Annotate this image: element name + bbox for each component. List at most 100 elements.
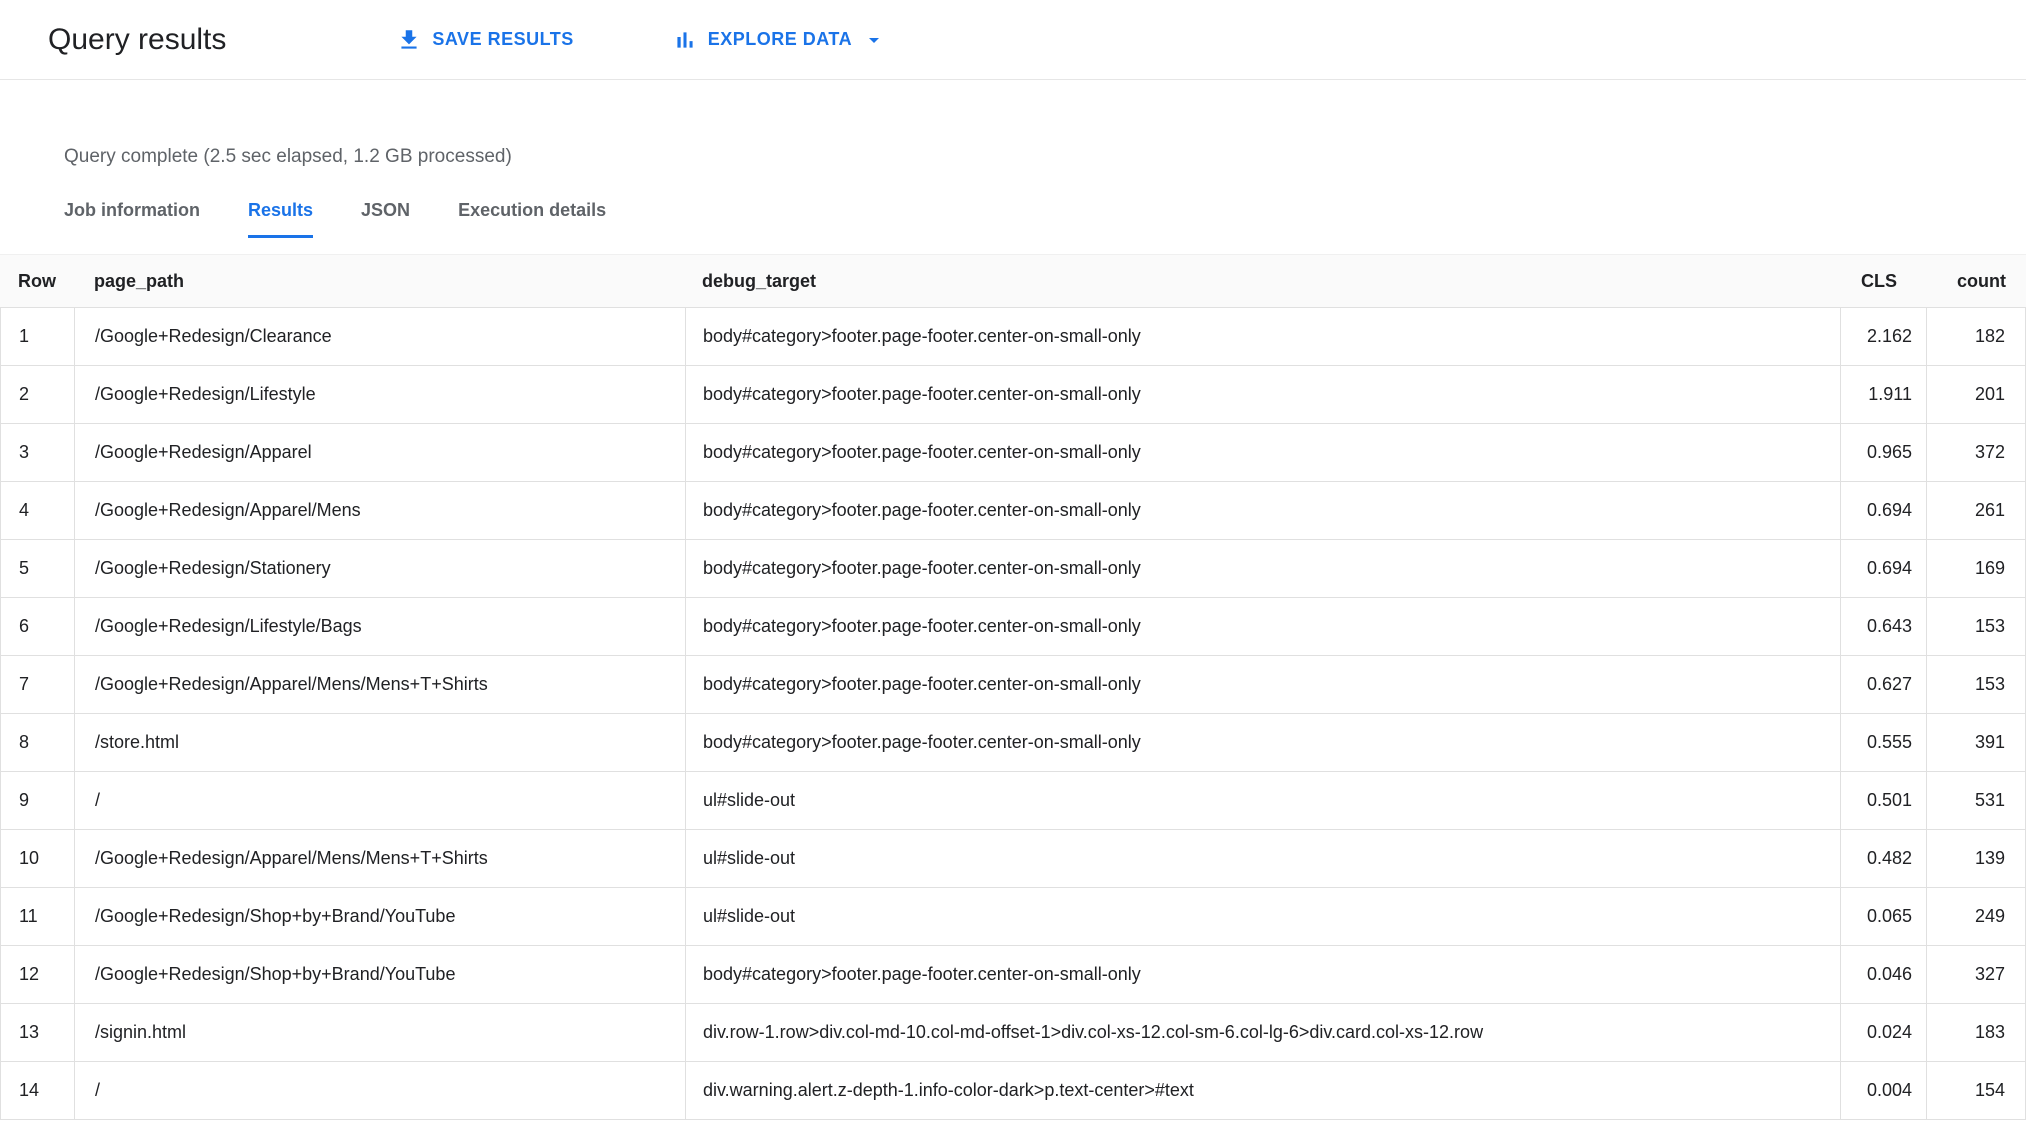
table-header-row: Row page_path debug_target CLS count [0,254,2026,308]
cell-debug-target: div.row-1.row>div.col-md-10.col-md-offse… [686,1004,1841,1061]
tab-bar: Job information Results JSON Execution d… [64,200,2026,238]
cell-count: 201 [1927,366,2026,423]
cell-count: 169 [1927,540,2026,597]
cell-count: 182 [1927,308,2026,365]
table-row: 12 /Google+Redesign/Shop+by+Brand/YouTub… [0,946,2026,1004]
cell-page-path: /Google+Redesign/Apparel/Mens/Mens+T+Shi… [75,656,686,713]
cell-row-number: 7 [1,656,75,713]
cell-row-number: 6 [1,598,75,655]
cell-row-number: 4 [1,482,75,539]
cell-page-path: / [75,1062,686,1119]
cell-row-number: 14 [1,1062,75,1119]
cell-page-path: /store.html [75,714,686,771]
cell-debug-target: body#category>footer.page-footer.center-… [686,598,1841,655]
cell-page-path: /Google+Redesign/Shop+by+Brand/YouTube [75,946,686,1003]
explore-data-label: EXPLORE DATA [707,29,853,49]
cell-debug-target: body#category>footer.page-footer.center-… [686,656,1841,713]
cell-debug-target: body#category>footer.page-footer.center-… [686,482,1841,539]
cell-debug-target: ul#slide-out [686,888,1841,945]
cell-cls: 2.162 [1841,308,1927,365]
cell-count: 391 [1927,714,2026,771]
cell-debug-target: ul#slide-out [686,772,1841,829]
table-row: 1 /Google+Redesign/Clearance body#catego… [0,308,2026,366]
cell-debug-target: body#category>footer.page-footer.center-… [686,946,1841,1003]
cell-debug-target: ul#slide-out [686,830,1841,887]
cell-cls: 0.501 [1841,772,1927,829]
cell-cls: 0.643 [1841,598,1927,655]
table-row: 9 / ul#slide-out 0.501 531 [0,772,2026,830]
cell-row-number: 3 [1,424,75,481]
table-row: 4 /Google+Redesign/Apparel/Mens body#cat… [0,482,2026,540]
cell-count: 327 [1927,946,2026,1003]
table-row: 8 /store.html body#category>footer.page-… [0,714,2026,772]
cell-row-number: 8 [1,714,75,771]
bar-chart-icon [672,27,698,53]
table-row: 3 /Google+Redesign/Apparel body#category… [0,424,2026,482]
cell-row-number: 2 [1,366,75,423]
cell-row-number: 12 [1,946,75,1003]
table-row: 2 /Google+Redesign/Lifestyle body#catego… [0,366,2026,424]
cell-count: 372 [1927,424,2026,481]
cell-page-path: /Google+Redesign/Apparel [75,424,686,481]
page-title: Query results [48,22,227,56]
tab-json[interactable]: JSON [361,200,410,238]
table-body: 1 /Google+Redesign/Clearance body#catego… [0,308,2026,1120]
cell-row-number: 5 [1,540,75,597]
save-results-label: SAVE RESULTS [432,29,574,49]
cell-cls: 0.627 [1841,656,1927,713]
cell-cls: 0.694 [1841,482,1927,539]
column-header-row: Row [18,270,56,291]
cell-cls: 0.555 [1841,714,1927,771]
cell-count: 249 [1927,888,2026,945]
dropdown-arrow-icon [862,28,886,52]
cell-row-number: 13 [1,1004,75,1061]
table-row: 6 /Google+Redesign/Lifestyle/Bags body#c… [0,598,2026,656]
download-icon [396,27,422,53]
cell-count: 261 [1927,482,2026,539]
cell-debug-target: body#category>footer.page-footer.center-… [686,424,1841,481]
query-status: Query complete (2.5 sec elapsed, 1.2 GB … [64,146,512,167]
cell-page-path: / [75,772,686,829]
cell-debug-target: body#category>footer.page-footer.center-… [686,308,1841,365]
cell-count: 183 [1927,1004,2026,1061]
cell-debug-target: body#category>footer.page-footer.center-… [686,540,1841,597]
column-header-cls: CLS [1861,270,1897,291]
column-header-debug-target: debug_target [702,270,817,291]
cell-count: 153 [1927,598,2026,655]
cell-debug-target: body#category>footer.page-footer.center-… [686,714,1841,771]
table-row: 7 /Google+Redesign/Apparel/Mens/Mens+T+S… [0,656,2026,714]
cell-cls: 0.046 [1841,946,1927,1003]
cell-count: 153 [1927,656,2026,713]
topbar: Query results SAVE RESULTS EXPLORE DATA [0,0,2026,80]
cell-cls: 1.911 [1841,366,1927,423]
tab-job-information[interactable]: Job information [64,200,200,238]
table-row: 11 /Google+Redesign/Shop+by+Brand/YouTub… [0,888,2026,946]
cell-page-path: /signin.html [75,1004,686,1061]
cell-count: 154 [1927,1062,2026,1119]
cell-debug-target: div.warning.alert.z-depth-1.info-color-d… [686,1062,1841,1119]
cell-cls: 0.024 [1841,1004,1927,1061]
cell-cls: 0.065 [1841,888,1927,945]
cell-page-path: /Google+Redesign/Lifestyle [75,366,686,423]
cell-page-path: /Google+Redesign/Stationery [75,540,686,597]
cell-page-path: /Google+Redesign/Apparel/Mens/Mens+T+Shi… [75,830,686,887]
query-results-panel: Query results SAVE RESULTS EXPLORE DATA … [0,0,2026,1120]
cell-row-number: 11 [1,888,75,945]
explore-data-button[interactable]: EXPLORE DATA [662,19,896,61]
table-row: 13 /signin.html div.row-1.row>div.col-md… [0,1004,2026,1062]
cell-count: 531 [1927,772,2026,829]
cell-cls: 0.004 [1841,1062,1927,1119]
table-row: 5 /Google+Redesign/Stationery body#categ… [0,540,2026,598]
cell-page-path: /Google+Redesign/Lifestyle/Bags [75,598,686,655]
save-results-button[interactable]: SAVE RESULTS [386,19,583,61]
cell-cls: 0.965 [1841,424,1927,481]
cell-row-number: 10 [1,830,75,887]
results-table: Row page_path debug_target CLS count 1 /… [0,254,2026,1120]
tab-results[interactable]: Results [248,200,314,238]
table-row: 10 /Google+Redesign/Apparel/Mens/Mens+T+… [0,830,2026,888]
cell-page-path: /Google+Redesign/Apparel/Mens [75,482,686,539]
tab-execution-details[interactable]: Execution details [458,200,606,238]
cell-debug-target: body#category>footer.page-footer.center-… [686,366,1841,423]
column-header-count: count [1957,270,2006,291]
cell-row-number: 1 [1,308,75,365]
